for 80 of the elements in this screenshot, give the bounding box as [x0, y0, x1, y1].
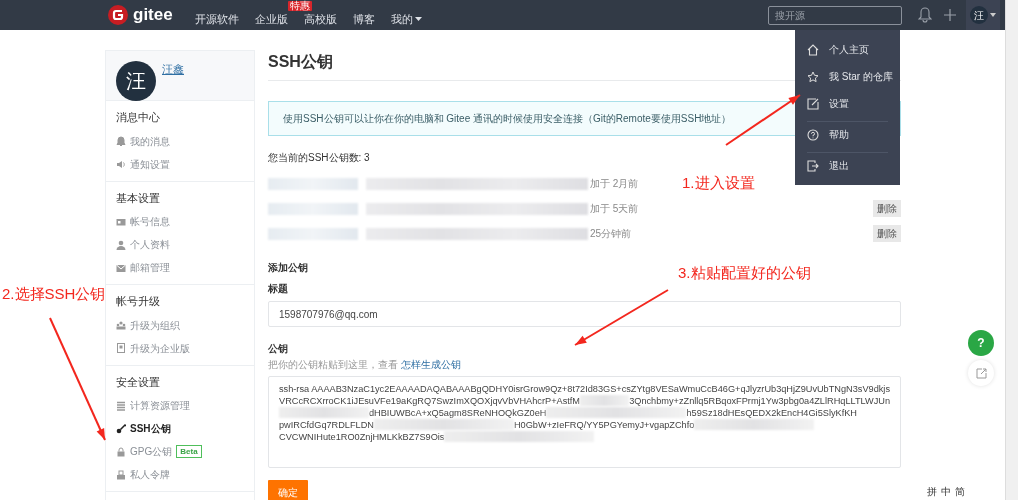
star-icon: [807, 70, 819, 83]
nav-link[interactable]: 企业版: [254, 10, 288, 28]
key-text: 3Qnchbmy+zZnllq5RBqoxFPrmj1Yw3pbg0a4ZLlRHqLLTLWJUn: [629, 395, 890, 407]
key-field[interactable]: [268, 376, 901, 468]
sidebar-item[interactable]: 个人资料: [116, 233, 254, 256]
key-text: h59Sz18dHEsQEDX2kEncH4Gi5SlyKfKH: [686, 407, 857, 419]
ime-label[interactable]: 简: [955, 484, 965, 499]
share-icon: [975, 367, 987, 379]
promo-badge: 特惠: [288, 1, 312, 11]
key-text: t72Id83GS+csZYtg8VESaWmuCcB46G+qJlyzrUb3qHjZ9UvUbTNgN3sV9dkjs: [572, 383, 890, 395]
id-card-icon: [116, 216, 126, 227]
plus-icon[interactable]: [944, 9, 956, 21]
ime-label[interactable]: 拼: [927, 484, 937, 499]
beta-badge: Beta: [176, 445, 202, 458]
building-icon: [116, 343, 126, 353]
stamp-icon: [116, 469, 126, 480]
ime-label[interactable]: 中: [941, 484, 951, 499]
search-field[interactable]: 搜开源: [768, 5, 902, 25]
avatar-menu-button[interactable]: 汪: [966, 0, 1000, 30]
nav-link[interactable]: 博客: [352, 10, 375, 28]
key-text: CVCWNIHute1RO0ZnjHMLKkBZ7S9Ois: [279, 431, 445, 443]
title-field[interactable]: 1598707976@qq.com: [268, 301, 901, 327]
sidebar-item[interactable]: 计算资源管理: [116, 394, 254, 417]
annotation-text: 1.进入设置: [682, 173, 755, 193]
menu-item[interactable]: 个人主页: [795, 36, 900, 63]
caret-icon: [414, 17, 422, 23]
logo-icon[interactable]: [108, 5, 128, 25]
sidebar-item[interactable]: 私人令牌: [116, 463, 254, 486]
avatar: 汪: [970, 6, 988, 24]
bell-icon[interactable]: [918, 7, 932, 23]
key-text: H0GbW+zIeFRQ/YY5PGYemyJ+vgapZChfo: [513, 419, 695, 431]
home-icon: [807, 43, 819, 56]
key-text: pwIRCfdGq7RDLFLDN: [279, 419, 374, 431]
group-icon: [116, 320, 126, 330]
key-text: VRCcRCXrroCK1iJEsuVFe19aKgRQ7SwzImXQOXjqvVbVHAhcrP+AstfM: [279, 395, 580, 407]
field-label: 标题: [268, 282, 288, 296]
sidebar-item[interactable]: 升级为组织: [116, 313, 254, 337]
section-title: 安全设置: [116, 374, 161, 390]
sidebar-item[interactable]: 帐号信息: [116, 210, 254, 233]
server-icon: [116, 400, 126, 411]
help-icon: [807, 128, 819, 141]
hint-text: 把你的公钥粘贴到这里，查看 怎样生成公钥: [268, 358, 462, 372]
key-text: dHBIUWBcA+xQ5agm8SReNHOQkGZ0eH: [369, 407, 547, 419]
annotation-text: 3.粘贴配置好的公钥: [678, 263, 811, 283]
user-name-link[interactable]: 汪鑫: [162, 61, 184, 90]
lock-icon: [116, 446, 126, 457]
key-text: ssh-rsa AAAAB3NzaC1yc2EAAAADAQABAAABgQDHY0isrGrow9Qz+8: [279, 383, 573, 395]
scrollbar[interactable]: [1005, 0, 1018, 500]
field-label: 公钥: [268, 342, 288, 356]
sidebar-item[interactable]: SSH公钥: [116, 417, 254, 440]
nav-link[interactable]: 开源软件: [194, 10, 239, 28]
speaker-icon: [116, 159, 126, 169]
section-title: 基本设置: [116, 190, 161, 206]
delete-button[interactable]: 删除: [873, 200, 901, 217]
sidebar-item[interactable]: 通知设置: [116, 152, 254, 176]
sidebar-item[interactable]: 我的消息: [116, 129, 254, 153]
sidebar-item[interactable]: GPG公钥 Beta: [116, 440, 254, 463]
section-heading: 添加公钥: [268, 261, 308, 275]
menu-item[interactable]: 我 Star 的仓库: [795, 63, 900, 90]
how-to-link[interactable]: 怎样生成公钥: [400, 359, 461, 370]
section-title: 帐号升级: [116, 294, 161, 309]
added-time: 加于 2月前: [590, 177, 639, 191]
section-title: 消息中心: [116, 110, 161, 125]
logout-icon: [807, 159, 819, 172]
nav-link[interactable]: 高校版: [303, 10, 337, 28]
bell-icon: [116, 136, 126, 146]
edit-icon: [807, 97, 819, 110]
added-time: 25分钟前: [590, 227, 632, 241]
key-icon: [116, 423, 126, 434]
nav-link[interactable]: 我的: [390, 10, 422, 28]
added-time: 加于 5天前: [590, 202, 639, 216]
envelope-icon: [116, 262, 126, 273]
sidebar-item[interactable]: 升级为企业版: [116, 336, 254, 360]
sidebar-item[interactable]: 邮箱管理: [116, 256, 254, 279]
user-icon: [116, 239, 126, 250]
caret-icon: [990, 13, 996, 17]
delete-button[interactable]: 删除: [873, 225, 901, 242]
logo-text[interactable]: gitee: [133, 2, 173, 28]
annotation-text: 2.选择SSH公钥: [2, 284, 106, 304]
avatar: 汪: [116, 61, 156, 101]
